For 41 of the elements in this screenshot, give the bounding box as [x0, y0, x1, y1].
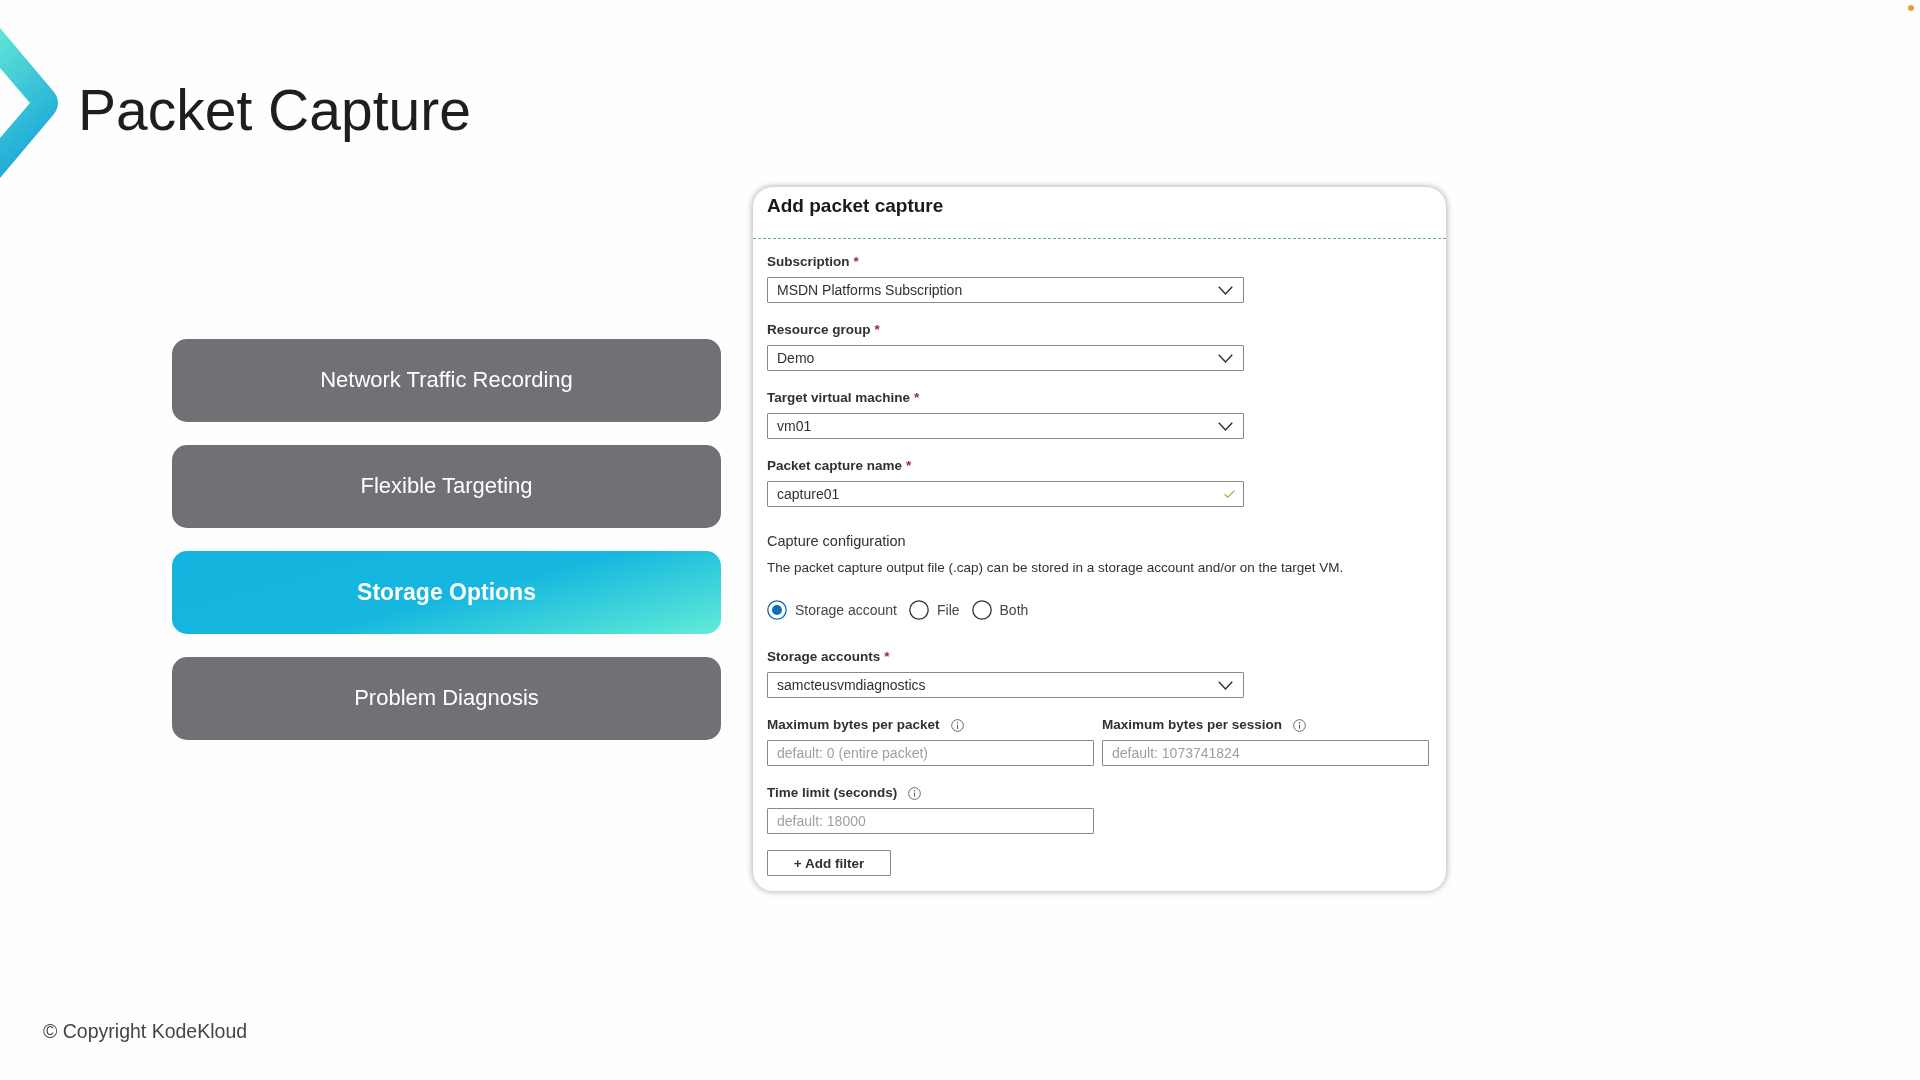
description-text: The packet capture output file (.cap) can be stored in a storage account and/or on the target VM. [767, 559, 1344, 576]
chevron-down-icon [1218, 285, 1233, 295]
topic-button[interactable]: Problem Diagnosis [172, 656, 721, 740]
required-mark: * [884, 648, 890, 666]
input-field[interactable]: default: 18000 [767, 808, 1094, 834]
field-label: Time limit (seconds) [767, 784, 898, 802]
dropdown-field[interactable]: Demo [767, 345, 1244, 371]
topic-button[interactable]: Flexible Targeting [172, 444, 721, 528]
field-label: Target virtual machine [767, 389, 911, 407]
required-mark: * [914, 389, 920, 407]
chevron-down-icon [1218, 680, 1233, 690]
field-label: Resource group [767, 321, 871, 339]
slide-title: Packet Capture [78, 78, 471, 142]
copyright-text: © Copyright KodeKloud [43, 1020, 248, 1042]
dot-icon [1908, 5, 1914, 11]
chevron-down-icon [1218, 421, 1233, 431]
field-label: Maximum bytes per packet [767, 716, 940, 734]
info-icon[interactable] [950, 718, 964, 732]
text-field[interactable]: capture01 [767, 481, 1244, 507]
input-field[interactable]: default: 0 (entire packet) [767, 740, 1094, 766]
dropdown-field[interactable]: samcteusvmdiagnostics [767, 672, 1244, 698]
field-label: Maximum bytes per session [1102, 716, 1283, 734]
input-field[interactable]: default: 1073741824 [1102, 740, 1429, 766]
required-mark: * [853, 253, 859, 271]
radio-option[interactable]: Both [971, 600, 1029, 620]
info-icon[interactable] [908, 786, 922, 800]
required-mark: * [874, 321, 880, 339]
radio-option[interactable]: Storage account [767, 600, 897, 620]
add-filter-button[interactable]: + Add filter [767, 850, 891, 876]
required-mark: * [906, 457, 912, 475]
topic-button[interactable]: Network Traffic Recording [172, 338, 721, 422]
field-label: Storage accounts [767, 648, 881, 666]
radio-option[interactable]: File [908, 600, 960, 620]
dropdown-field[interactable]: vm01 [767, 413, 1244, 439]
chevron-down-icon [1218, 353, 1233, 363]
field-label: Packet capture name [767, 457, 903, 475]
panel-title: Add packet capture [767, 194, 944, 218]
dropdown-field[interactable]: MSDN Platforms Subscription [767, 277, 1244, 303]
section-heading: Capture configuration [767, 532, 906, 550]
field-label: Subscription [767, 253, 850, 271]
info-icon[interactable] [1293, 718, 1307, 732]
